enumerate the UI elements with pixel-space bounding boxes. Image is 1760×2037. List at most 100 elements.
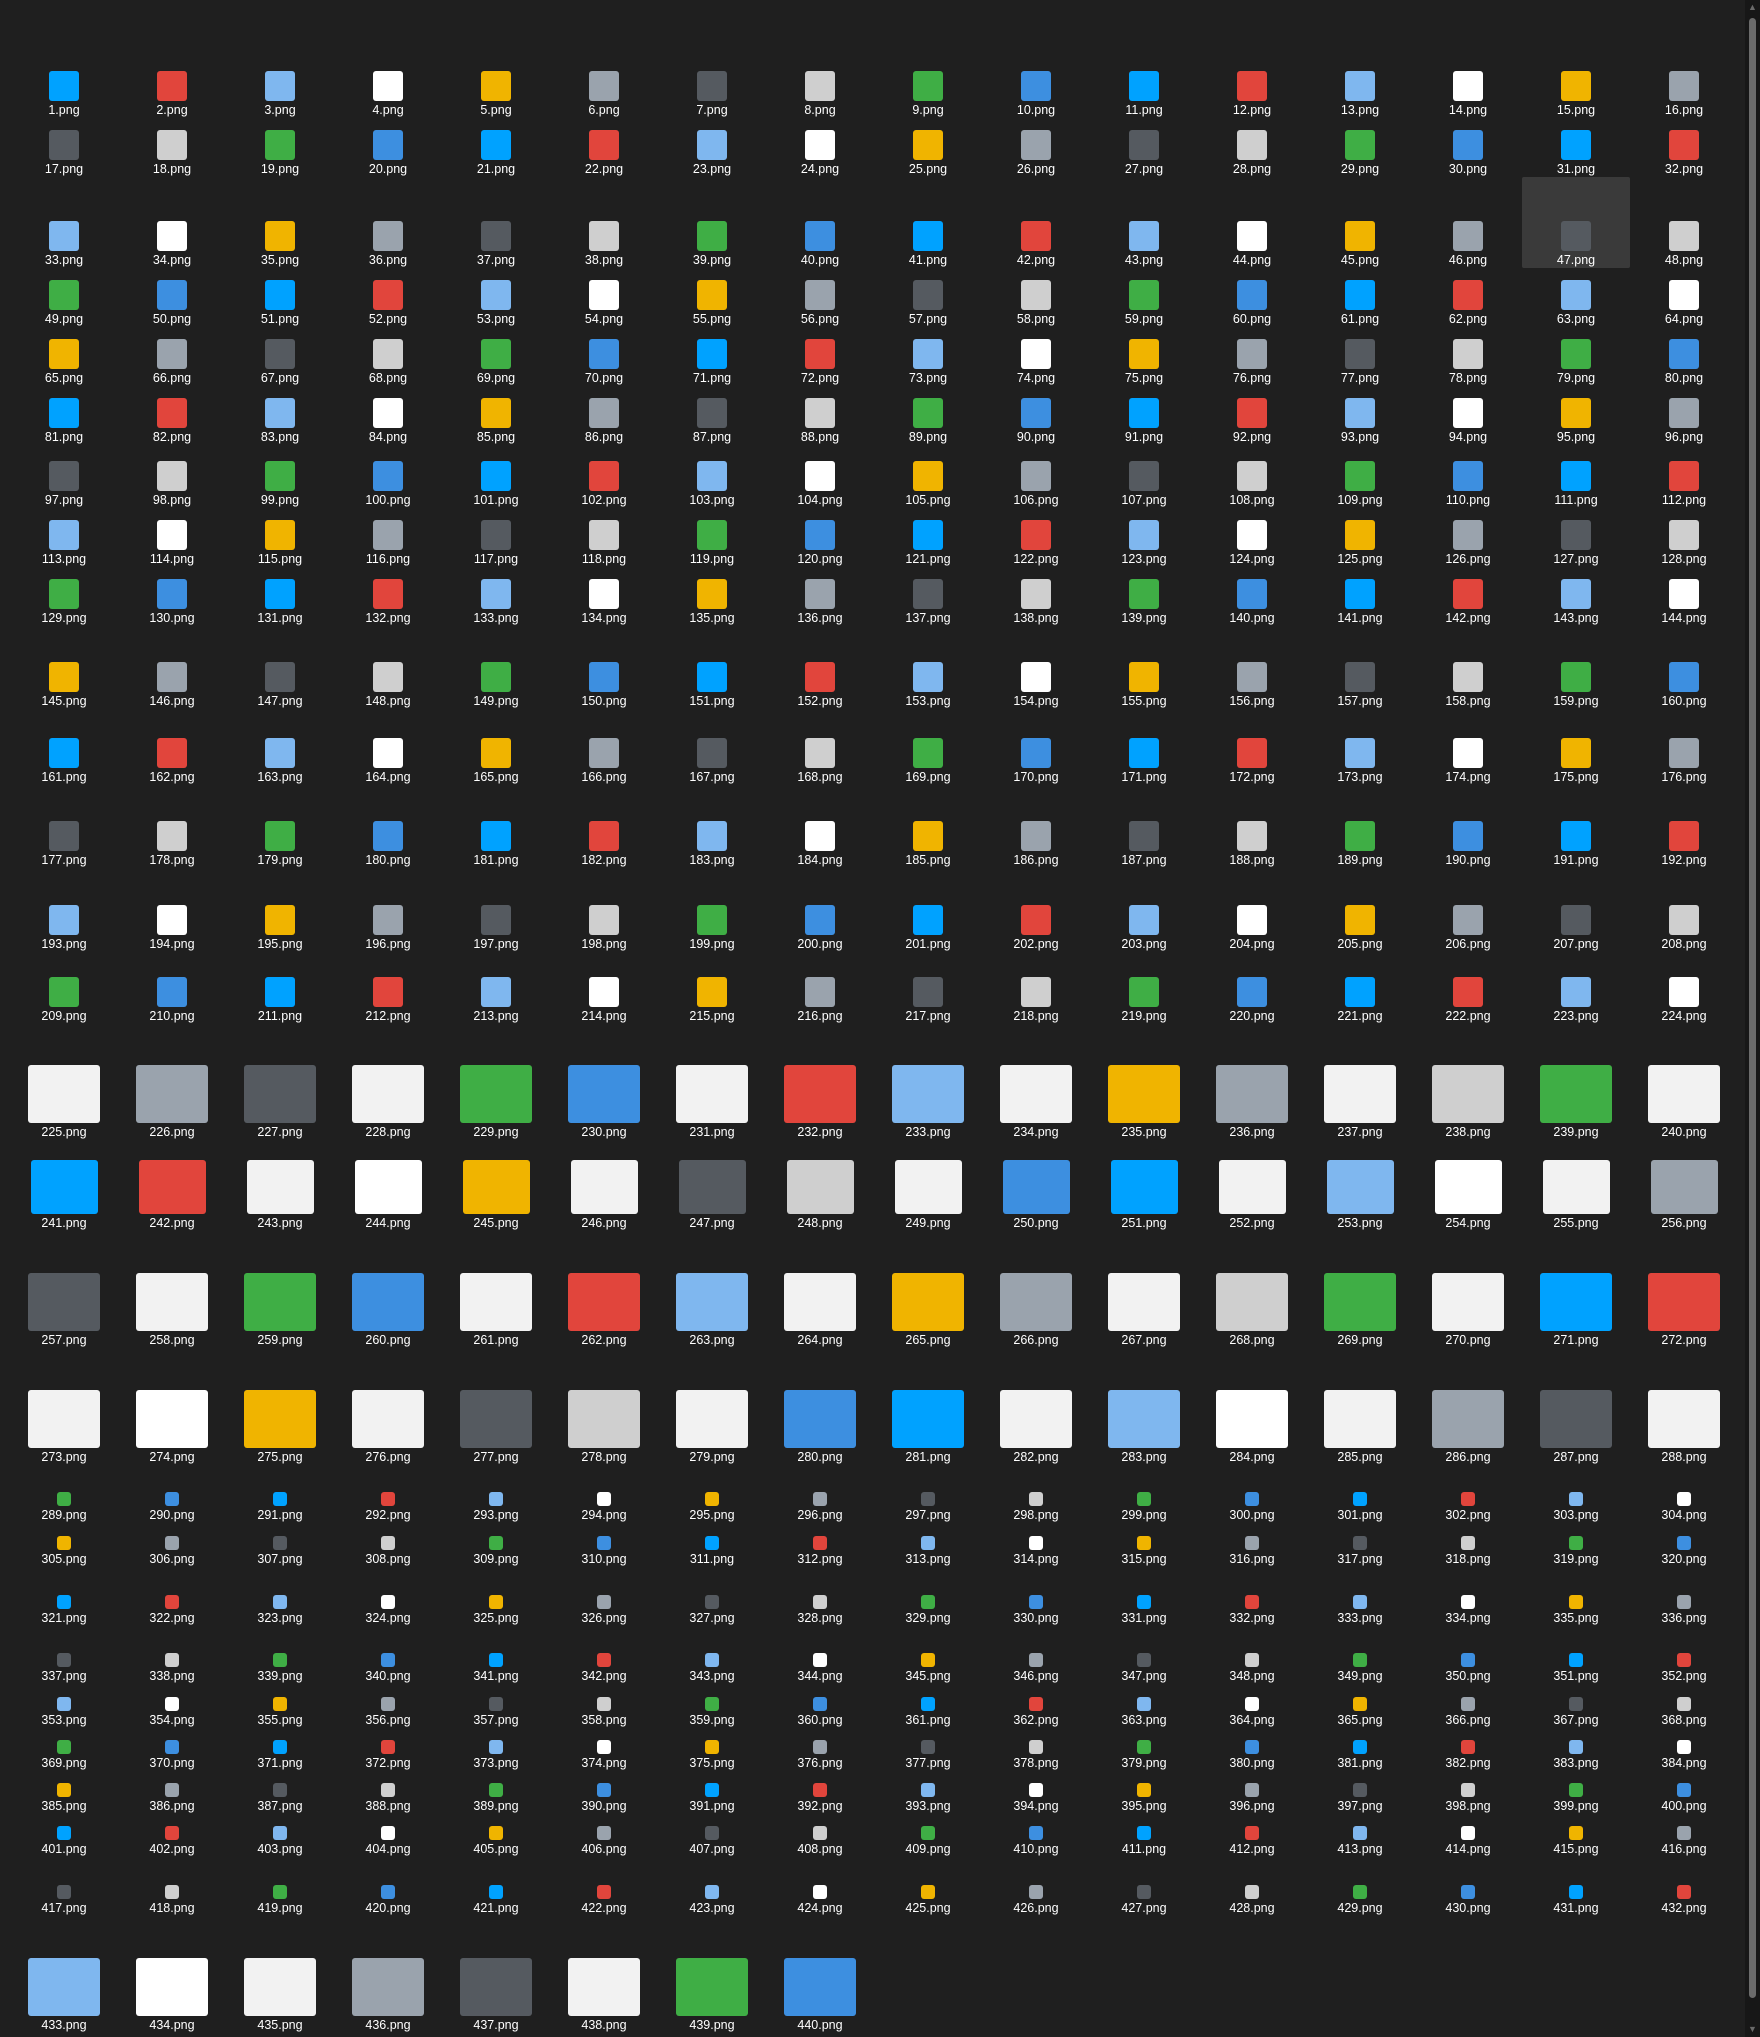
file-item[interactable]: 118.png <box>550 508 658 567</box>
file-item[interactable]: 261.png <box>442 1231 550 1348</box>
file-item[interactable]: 324.png <box>334 1567 442 1626</box>
file-item[interactable]: 276.png <box>334 1348 442 1465</box>
file-item[interactable]: 237.png <box>1306 1024 1414 1140</box>
file-item[interactable]: 421.png <box>442 1857 550 1916</box>
file-item[interactable]: 290.png <box>118 1465 226 1523</box>
file-item[interactable]: 287.png <box>1522 1348 1630 1465</box>
file-item[interactable]: 308.png <box>334 1523 442 1567</box>
file-item[interactable]: 286.png <box>1414 1348 1522 1465</box>
file-item[interactable]: 53.png <box>442 268 550 327</box>
file-item[interactable]: 242.png <box>118 1140 226 1231</box>
file-item[interactable]: 222.png <box>1414 952 1522 1024</box>
file-item[interactable]: 135.png <box>658 567 766 626</box>
file-item[interactable]: 226.png <box>118 1024 226 1140</box>
file-item[interactable]: 278.png <box>550 1348 658 1465</box>
file-item[interactable]: 139.png <box>1090 567 1198 626</box>
file-item[interactable]: 205.png <box>1306 868 1414 952</box>
file-item[interactable]: 359.png <box>658 1684 766 1728</box>
file-item[interactable]: 113.png <box>10 508 118 567</box>
file-item[interactable]: 138.png <box>982 567 1090 626</box>
file-item[interactable]: 199.png <box>658 868 766 952</box>
file-item[interactable]: 45.png <box>1306 177 1414 268</box>
file-item[interactable]: 266.png <box>982 1231 1090 1348</box>
file-item[interactable]: 432.png <box>1630 1857 1738 1916</box>
file-item[interactable]: 2.png <box>118 40 226 118</box>
file-item[interactable]: 332.png <box>1198 1567 1306 1626</box>
file-item[interactable]: 400.png <box>1630 1771 1738 1814</box>
file-item[interactable]: 274.png <box>118 1348 226 1465</box>
file-item[interactable]: 100.png <box>334 445 442 508</box>
file-item[interactable]: 26.png <box>982 118 1090 177</box>
file-item[interactable]: 375.png <box>658 1728 766 1771</box>
file-item[interactable]: 191.png <box>1522 785 1630 868</box>
file-item[interactable]: 342.png <box>550 1626 658 1684</box>
file-item[interactable]: 81.png <box>10 386 118 445</box>
file-item[interactable]: 295.png <box>658 1465 766 1523</box>
file-item[interactable]: 58.png <box>982 268 1090 327</box>
file-item[interactable]: 277.png <box>442 1348 550 1465</box>
file-item[interactable]: 296.png <box>766 1465 874 1523</box>
file-item[interactable]: 144.png <box>1630 567 1738 626</box>
file-item[interactable]: 374.png <box>550 1728 658 1771</box>
file-item[interactable]: 156.png <box>1198 626 1306 709</box>
scroll-up-arrow-icon[interactable]: ▲ <box>1745 0 1760 15</box>
file-item[interactable]: 203.png <box>1090 868 1198 952</box>
file-item[interactable]: 399.png <box>1522 1771 1630 1814</box>
file-item[interactable]: 404.png <box>334 1814 442 1857</box>
file-item[interactable]: 326.png <box>550 1567 658 1626</box>
file-item[interactable]: 150.png <box>550 626 658 709</box>
file-item[interactable]: 194.png <box>118 868 226 952</box>
file-item[interactable]: 214.png <box>550 952 658 1024</box>
file-item[interactable]: 72.png <box>766 327 874 386</box>
file-item[interactable]: 396.png <box>1198 1771 1306 1814</box>
file-item[interactable]: 280.png <box>766 1348 874 1465</box>
file-item[interactable]: 314.png <box>982 1523 1090 1567</box>
file-item[interactable]: 19.png <box>226 118 334 177</box>
file-item[interactable]: 234.png <box>982 1024 1090 1140</box>
file-item[interactable]: 181.png <box>442 785 550 868</box>
file-item[interactable]: 381.png <box>1306 1728 1414 1771</box>
file-item[interactable]: 391.png <box>658 1771 766 1814</box>
file-item[interactable]: 310.png <box>550 1523 658 1567</box>
file-item[interactable]: 71.png <box>658 327 766 386</box>
file-item[interactable]: 162.png <box>118 709 226 785</box>
file-item[interactable]: 225.png <box>10 1024 118 1140</box>
file-item[interactable]: 437.png <box>442 1916 550 2033</box>
file-item[interactable]: 8.png <box>766 40 874 118</box>
file-item[interactable]: 251.png <box>1090 1140 1198 1231</box>
file-item[interactable]: 126.png <box>1414 508 1522 567</box>
file-item[interactable]: 133.png <box>442 567 550 626</box>
file-item[interactable]: 60.png <box>1198 268 1306 327</box>
file-item[interactable]: 371.png <box>226 1728 334 1771</box>
file-item[interactable]: 66.png <box>118 327 226 386</box>
file-item[interactable]: 64.png <box>1630 268 1738 327</box>
file-item[interactable]: 61.png <box>1306 268 1414 327</box>
file-item[interactable]: 255.png <box>1522 1140 1630 1231</box>
file-item[interactable]: 161.png <box>10 709 118 785</box>
file-item[interactable]: 354.png <box>118 1684 226 1728</box>
file-item[interactable]: 79.png <box>1522 327 1630 386</box>
file-item[interactable]: 322.png <box>118 1567 226 1626</box>
file-item[interactable]: 283.png <box>1090 1348 1198 1465</box>
file-item[interactable]: 334.png <box>1414 1567 1522 1626</box>
file-item[interactable]: 109.png <box>1306 445 1414 508</box>
file-item[interactable]: 50.png <box>118 268 226 327</box>
file-item[interactable]: 49.png <box>10 268 118 327</box>
file-item[interactable]: 411.png <box>1090 1814 1198 1857</box>
file-item[interactable]: 297.png <box>874 1465 982 1523</box>
file-item[interactable]: 20.png <box>334 118 442 177</box>
file-item[interactable]: 153.png <box>874 626 982 709</box>
file-item[interactable]: 319.png <box>1522 1523 1630 1567</box>
file-item[interactable]: 259.png <box>226 1231 334 1348</box>
file-item[interactable]: 427.png <box>1090 1857 1198 1916</box>
file-item[interactable]: 260.png <box>334 1231 442 1348</box>
file-item[interactable]: 115.png <box>226 508 334 567</box>
file-item[interactable]: 146.png <box>118 626 226 709</box>
file-item[interactable]: 353.png <box>10 1684 118 1728</box>
file-item[interactable]: 288.png <box>1630 1348 1738 1465</box>
file-item[interactable]: 395.png <box>1090 1771 1198 1814</box>
file-item[interactable]: 435.png <box>226 1916 334 2033</box>
file-item[interactable]: 428.png <box>1198 1857 1306 1916</box>
file-item[interactable]: 229.png <box>442 1024 550 1140</box>
file-item[interactable]: 235.png <box>1090 1024 1198 1140</box>
